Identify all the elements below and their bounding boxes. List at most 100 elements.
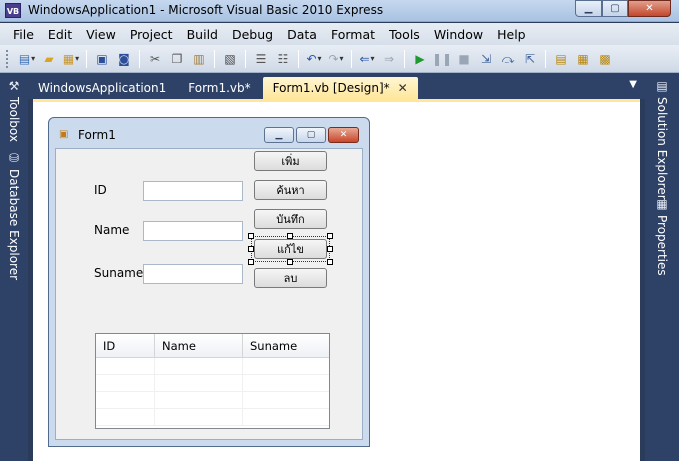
id-label[interactable]: ID bbox=[94, 183, 107, 197]
name-textbox[interactable] bbox=[143, 221, 243, 241]
window-title: WindowsApplication1 - Microsoft Visual B… bbox=[28, 3, 384, 17]
save-button[interactable]: บันทึก bbox=[254, 209, 327, 229]
grid-cell[interactable] bbox=[155, 392, 243, 408]
resize-handle[interactable] bbox=[287, 233, 293, 239]
menu-file[interactable]: File bbox=[6, 27, 41, 42]
resize-handle[interactable] bbox=[327, 259, 333, 265]
cut-icon[interactable]: ✂ bbox=[147, 51, 163, 67]
data-grid-view[interactable]: ID Name Suname bbox=[95, 333, 330, 429]
form-minimize-button[interactable]: ▁ bbox=[264, 127, 294, 143]
save-all-icon[interactable]: ◙ bbox=[116, 51, 132, 67]
grid-cell[interactable] bbox=[96, 409, 155, 425]
menu-project[interactable]: Project bbox=[123, 27, 180, 42]
paste-icon[interactable]: ▥ bbox=[191, 51, 207, 67]
add-item-icon[interactable]: ▦ bbox=[63, 51, 79, 67]
solution-explorer-icon[interactable]: ▤ bbox=[553, 51, 569, 67]
step-into-icon[interactable]: ⇲ bbox=[478, 51, 494, 67]
resize-handle[interactable] bbox=[248, 246, 254, 252]
delete-button[interactable]: ลบ bbox=[254, 268, 327, 288]
step-out-icon[interactable]: ⇱ bbox=[522, 51, 538, 67]
stop-icon[interactable]: ■ bbox=[456, 51, 472, 67]
toolbar-separator bbox=[404, 49, 405, 68]
grid-row[interactable] bbox=[96, 409, 329, 426]
step-over-icon[interactable]: ⤼ bbox=[500, 51, 516, 67]
properties-tab[interactable]: Properties bbox=[655, 215, 669, 276]
name-label[interactable]: Name bbox=[94, 223, 129, 237]
toolbar-separator bbox=[86, 49, 87, 68]
grid-column-header-suname[interactable]: Suname bbox=[243, 334, 329, 357]
menu-edit[interactable]: Edit bbox=[41, 27, 79, 42]
close-button[interactable]: ✕ bbox=[628, 0, 671, 17]
tab-windowsapplication1[interactable]: WindowsApplication1 bbox=[28, 77, 176, 99]
resize-handle[interactable] bbox=[248, 233, 254, 239]
tab-form1-vb[interactable]: Form1.vb* bbox=[178, 77, 260, 99]
tab-form1-design[interactable]: Form1.vb [Design]* ✕ bbox=[262, 77, 418, 99]
tab-label: WindowsApplication1 bbox=[38, 81, 167, 95]
form1-client-area[interactable]: ID Name Suname เพิ่ม ค้นหา บันทึก แก้ไข … bbox=[55, 148, 363, 440]
database-explorer-tab[interactable]: Database Explorer bbox=[7, 169, 21, 280]
maximize-button[interactable]: ▢ bbox=[602, 0, 628, 17]
window-controls: ▁ ▢ ✕ bbox=[575, 0, 671, 17]
grid-row[interactable] bbox=[96, 375, 329, 392]
open-file-icon[interactable]: ▰ bbox=[41, 51, 57, 67]
window-titlebar[interactable]: VB WindowsApplication1 - Microsoft Visua… bbox=[0, 0, 679, 22]
grid-cell[interactable] bbox=[243, 358, 329, 374]
copy-icon[interactable]: ❐ bbox=[169, 51, 185, 67]
grid-column-header-id[interactable]: ID bbox=[96, 334, 155, 357]
menu-data[interactable]: Data bbox=[280, 27, 324, 42]
grid-cell[interactable] bbox=[243, 392, 329, 408]
resize-handle[interactable] bbox=[327, 246, 333, 252]
comment-icon[interactable]: ☰ bbox=[253, 51, 269, 67]
grid-column-header-name[interactable]: Name bbox=[155, 334, 243, 357]
search-button[interactable]: ค้นหา bbox=[254, 180, 327, 200]
start-debug-icon[interactable]: ▶ bbox=[412, 51, 428, 67]
menu-debug[interactable]: Debug bbox=[225, 27, 280, 42]
toolbar-grip[interactable] bbox=[6, 49, 10, 68]
grid-cell[interactable] bbox=[155, 375, 243, 391]
find-icon[interactable]: ▧ bbox=[222, 51, 238, 67]
solution-explorer-tab[interactable]: Solution Explorer bbox=[655, 97, 669, 200]
pause-icon[interactable]: ❚❚ bbox=[432, 51, 452, 67]
form1-title: Form1 bbox=[78, 128, 116, 142]
minimize-button[interactable]: ▁ bbox=[575, 0, 602, 17]
toolbox-icon[interactable]: ▩ bbox=[597, 51, 613, 67]
grid-row[interactable] bbox=[96, 392, 329, 409]
properties-icon[interactable]: ▦ bbox=[575, 51, 591, 67]
menu-format[interactable]: Format bbox=[324, 27, 382, 42]
form-maximize-button[interactable]: ▢ bbox=[296, 127, 326, 143]
menu-tools[interactable]: Tools bbox=[382, 27, 427, 42]
menu-build[interactable]: Build bbox=[180, 27, 225, 42]
menu-help[interactable]: Help bbox=[490, 27, 533, 42]
grid-cell[interactable] bbox=[243, 375, 329, 391]
grid-cell[interactable] bbox=[155, 358, 243, 374]
form1-titlebar[interactable]: ▣ Form1 ▁ ▢ ✕ bbox=[49, 118, 369, 148]
navigate-forward-icon[interactable]: ⇒ bbox=[381, 51, 397, 67]
toolbox-tab[interactable]: Toolbox bbox=[7, 97, 21, 142]
grid-cell[interactable] bbox=[96, 375, 155, 391]
add-button[interactable]: เพิ่ม bbox=[254, 151, 327, 171]
grid-cell[interactable] bbox=[243, 409, 329, 425]
grid-cell[interactable] bbox=[96, 358, 155, 374]
tab-label: Form1.vb [Design]* bbox=[272, 81, 390, 95]
navigate-back-icon[interactable]: ⇐ bbox=[359, 51, 375, 67]
save-icon[interactable]: ▣ bbox=[94, 51, 110, 67]
uncomment-icon[interactable]: ☷ bbox=[275, 51, 291, 67]
suname-label[interactable]: Suname bbox=[94, 266, 143, 280]
undo-icon[interactable]: ↶ bbox=[306, 51, 322, 67]
redo-icon[interactable]: ↷ bbox=[328, 51, 344, 67]
grid-cell[interactable] bbox=[155, 409, 243, 425]
suname-textbox[interactable] bbox=[143, 264, 243, 284]
tab-close-icon[interactable]: ✕ bbox=[398, 81, 408, 95]
menu-view[interactable]: View bbox=[79, 27, 123, 42]
form1-window[interactable]: ▣ Form1 ▁ ▢ ✕ ID Name Suname เพิ่ม ค้นหา… bbox=[48, 117, 370, 447]
resize-handle[interactable] bbox=[287, 259, 293, 265]
form-close-button[interactable]: ✕ bbox=[328, 127, 359, 143]
grid-cell[interactable] bbox=[96, 392, 155, 408]
tab-dropdown-icon[interactable]: ▼ bbox=[629, 79, 637, 90]
menu-window[interactable]: Window bbox=[427, 27, 490, 42]
resize-handle[interactable] bbox=[327, 233, 333, 239]
grid-row[interactable] bbox=[96, 358, 329, 375]
resize-handle[interactable] bbox=[248, 259, 254, 265]
new-project-icon[interactable]: ▤ bbox=[19, 51, 35, 67]
id-textbox[interactable] bbox=[143, 181, 243, 201]
